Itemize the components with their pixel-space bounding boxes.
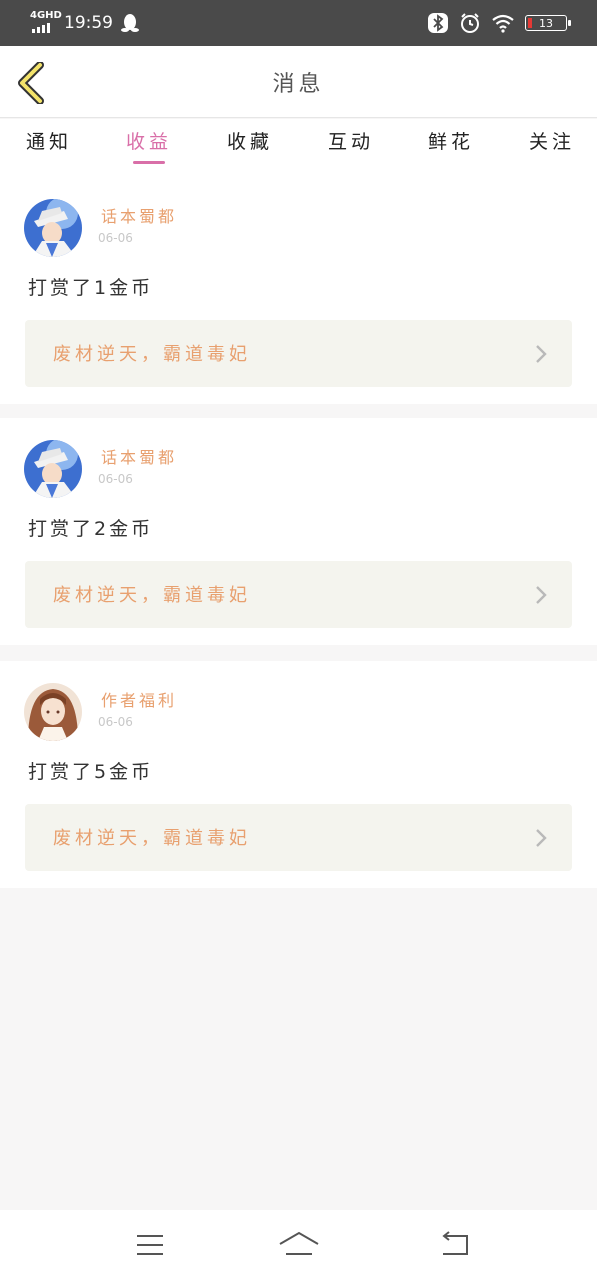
- book-title: 废材逆天，霸道毒妃: [53, 344, 251, 365]
- message-text: 打赏了1金币: [28, 277, 154, 299]
- chevron-right-icon: [536, 345, 547, 363]
- system-nav-bar: [0, 1210, 597, 1280]
- book-link[interactable]: 废材逆天，霸道毒妃: [25, 804, 572, 871]
- sender-name: 作者福利: [101, 691, 178, 710]
- battery-icon: 13: [525, 15, 571, 31]
- alarm-icon: [461, 13, 479, 33]
- menu-icon[interactable]: [135, 1230, 165, 1260]
- header: 消息: [0, 46, 597, 118]
- tab-bar: 通知 收益 收藏 互动 鲜花 关注: [0, 119, 597, 177]
- sender-name: 话本蜀都: [101, 207, 178, 226]
- tab-interactions[interactable]: 互动: [328, 127, 374, 154]
- back-icon[interactable]: [439, 1230, 471, 1260]
- chevron-right-icon: [536, 829, 547, 847]
- message-card: 话本蜀都 06-06 打赏了1金币 废材逆天，霸道毒妃: [0, 177, 597, 404]
- qq-penguin-icon: [121, 14, 139, 32]
- network-type: 4GHD: [30, 10, 62, 21]
- tab-flowers[interactable]: 鲜花: [428, 127, 474, 154]
- home-icon[interactable]: [278, 1230, 320, 1260]
- message-date: 06-06: [98, 231, 133, 245]
- message-card: 作者福利 06-06 打赏了5金币 废材逆天，霸道毒妃: [0, 661, 597, 888]
- cellular-signal-icon: 4GHD: [30, 11, 62, 35]
- message-date: 06-06: [98, 715, 133, 729]
- status-time: 19:59: [64, 13, 113, 33]
- bluetooth-icon: [428, 13, 448, 33]
- tab-earnings[interactable]: 收益: [126, 127, 172, 154]
- message-card: 话本蜀都 06-06 打赏了2金币 废材逆天，霸道毒妃: [0, 418, 597, 645]
- book-title: 废材逆天，霸道毒妃: [53, 828, 251, 849]
- active-tab-indicator: [133, 161, 165, 164]
- book-link[interactable]: 废材逆天，霸道毒妃: [25, 320, 572, 387]
- wifi-icon: [492, 14, 514, 33]
- message-text: 打赏了2金币: [28, 518, 154, 540]
- avatar-girl-icon[interactable]: [24, 683, 82, 741]
- avatar-kid-icon[interactable]: [24, 440, 82, 498]
- book-title: 废材逆天，霸道毒妃: [53, 585, 251, 606]
- status-bar: 4GHD 19:59 13: [0, 0, 597, 46]
- message-date: 06-06: [98, 472, 133, 486]
- avatar-kid-icon[interactable]: [24, 199, 82, 257]
- tab-favorites[interactable]: 收藏: [227, 127, 273, 154]
- page-title: 消息: [272, 72, 325, 97]
- tab-notifications[interactable]: 通知: [26, 127, 72, 154]
- book-link[interactable]: 废材逆天，霸道毒妃: [25, 561, 572, 628]
- battery-level: 13: [539, 16, 553, 30]
- tab-following[interactable]: 关注: [529, 127, 575, 154]
- message-text: 打赏了5金币: [28, 761, 154, 783]
- chevron-right-icon: [536, 586, 547, 604]
- sender-name: 话本蜀都: [101, 448, 178, 467]
